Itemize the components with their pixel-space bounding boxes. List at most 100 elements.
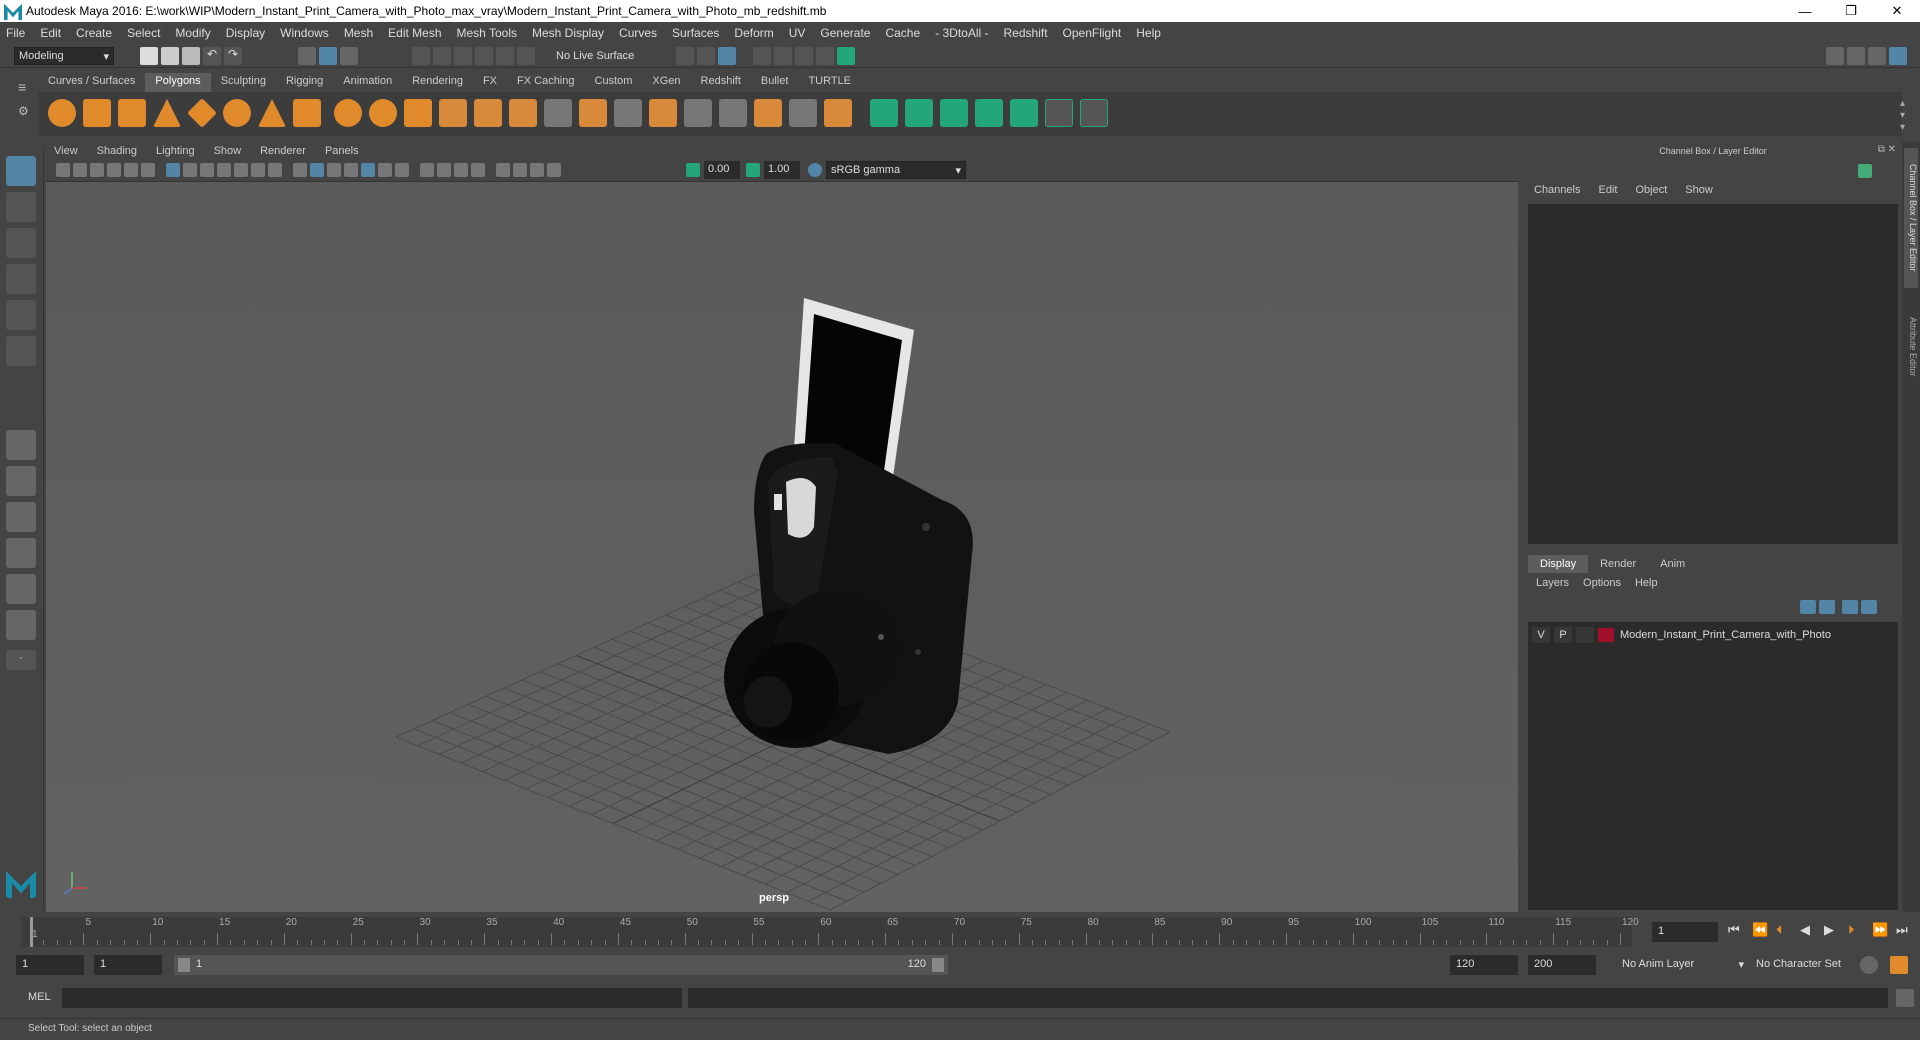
poly-cube-icon[interactable]: [83, 99, 111, 127]
layer-tab-anim[interactable]: Anim: [1648, 555, 1697, 573]
panel-float-close[interactable]: ⧉ ✕: [1878, 144, 1896, 155]
current-time-indicator[interactable]: [30, 917, 33, 947]
camera-attributes-icon[interactable]: [73, 163, 87, 177]
cb-object-menu[interactable]: Object: [1635, 184, 1667, 196]
menu-display[interactable]: Display: [226, 26, 265, 40]
select-by-hierarchy-icon[interactable]: [298, 47, 316, 65]
shelf-settings-icon[interactable]: ⚙: [18, 96, 36, 126]
separate-icon[interactable]: [369, 99, 397, 127]
shelf-tab-curves-surfaces[interactable]: Curves / Surfaces: [38, 73, 145, 92]
gamma-field[interactable]: 1.00: [764, 161, 800, 179]
shelf-menu-icon[interactable]: ≡: [18, 78, 36, 96]
offset-edge-loop-icon[interactable]: [719, 99, 747, 127]
wireframe-icon[interactable]: [293, 163, 307, 177]
layer-playback-toggle[interactable]: P: [1554, 627, 1572, 643]
attribute-editor-icon[interactable]: [1847, 47, 1865, 65]
shelf-tab-bullet[interactable]: Bullet: [751, 73, 799, 92]
grease-pencil-icon[interactable]: [141, 163, 155, 177]
scale-tool-icon[interactable]: [6, 336, 36, 366]
menu-windows[interactable]: Windows: [280, 26, 329, 40]
tool-settings-icon[interactable]: [1868, 47, 1886, 65]
output-ops-icon[interactable]: [697, 47, 715, 65]
layer-help-menu[interactable]: Help: [1635, 577, 1658, 589]
automatic-mapping-icon[interactable]: [975, 99, 1003, 127]
new-layer-selected-icon[interactable]: [1861, 600, 1877, 614]
menu-generate[interactable]: Generate: [820, 26, 870, 40]
bookmarks-icon[interactable]: [90, 163, 104, 177]
grid-toggle-icon[interactable]: [166, 163, 180, 177]
poly-cone-icon[interactable]: [153, 99, 181, 127]
viewport-menu-lighting[interactable]: Lighting: [156, 145, 195, 157]
wireframe-on-shaded-icon[interactable]: [344, 163, 358, 177]
outliner-layout-icon[interactable]: [6, 610, 36, 640]
menu-select[interactable]: Select: [127, 26, 160, 40]
hypershade-icon[interactable]: [837, 47, 855, 65]
image-plane-icon[interactable]: [107, 163, 121, 177]
character-set-dropdown[interactable]: No Character Set: [1752, 955, 1868, 973]
field-chart-icon[interactable]: [234, 163, 248, 177]
time-slider-track[interactable]: 1 5 10 15 20 25 30 35 40 45 50 55 60 65 70 75 80 85 90 95 10…: [22, 917, 1639, 947]
mode-dropdown[interactable]: Modeling ▾: [14, 47, 114, 65]
viewport-menu-show[interactable]: Show: [214, 145, 242, 157]
menu-redshift[interactable]: Redshift: [1004, 26, 1048, 40]
isolate-select-icon[interactable]: [496, 163, 510, 177]
custom-layout-icon[interactable]: ·: [6, 650, 36, 670]
step-back-icon[interactable]: ⏪: [1752, 922, 1776, 938]
select-tool-icon[interactable]: [6, 156, 36, 186]
poly-pyramid-icon[interactable]: [258, 99, 286, 127]
live-surface-field[interactable]: No Live Surface: [552, 47, 644, 65]
poly-torus-icon[interactable]: [223, 99, 251, 127]
menu-openflight[interactable]: OpenFlight: [1063, 26, 1122, 40]
snap-grid-icon[interactable]: [412, 47, 430, 65]
film-gate-icon[interactable]: [183, 163, 197, 177]
extrude-icon[interactable]: [509, 99, 537, 127]
script-editor-icon[interactable]: [1896, 989, 1914, 1007]
menu-curves[interactable]: Curves: [619, 26, 657, 40]
poly-cylinder-icon[interactable]: [118, 99, 146, 127]
xray-joints-icon[interactable]: [530, 163, 544, 177]
playback-end-field[interactable]: 120: [1450, 955, 1518, 975]
menu-edit-mesh[interactable]: Edit Mesh: [388, 26, 441, 40]
make-live-icon[interactable]: [496, 47, 514, 65]
go-to-end-icon[interactable]: ⏭: [1896, 922, 1920, 938]
render-view-icon[interactable]: [753, 47, 771, 65]
viewport-menu-shading[interactable]: Shading: [97, 145, 137, 157]
side-tab-attribute-editor[interactable]: Attribute Editor: [1904, 302, 1918, 392]
poly-pipe-icon[interactable]: [293, 99, 321, 127]
shelf-tab-rigging[interactable]: Rigging: [276, 73, 333, 92]
select-by-component-icon[interactable]: [340, 47, 358, 65]
menu-mesh[interactable]: Mesh: [344, 26, 373, 40]
gate-mask-icon[interactable]: [217, 163, 231, 177]
four-view-layout-icon[interactable]: [6, 466, 36, 496]
uv-editor-icon[interactable]: [1010, 99, 1038, 127]
command-input[interactable]: [62, 988, 682, 1008]
play-forwards-icon[interactable]: ▶: [1824, 922, 1848, 938]
magnet-icon[interactable]: [517, 47, 535, 65]
menu-file[interactable]: File: [6, 26, 25, 40]
target-weld-icon[interactable]: [789, 99, 817, 127]
step-forward-key-icon[interactable]: ⏵: [1848, 922, 1872, 938]
layer-name[interactable]: Modern_Instant_Print_Camera_with_Photo: [1620, 629, 1831, 641]
new-empty-layer-icon[interactable]: [1842, 600, 1858, 614]
side-tab-channel-box[interactable]: Channel Box / Layer Editor: [1904, 148, 1918, 288]
cb-show-menu[interactable]: Show: [1685, 184, 1713, 196]
menu-mesh-display[interactable]: Mesh Display: [532, 26, 604, 40]
menu-cache[interactable]: Cache: [885, 26, 920, 40]
shelf-tab-redshift[interactable]: Redshift: [691, 73, 751, 92]
shadows-icon[interactable]: [395, 163, 409, 177]
menu-edit[interactable]: Edit: [40, 26, 61, 40]
rotate-tool-icon[interactable]: [6, 300, 36, 330]
ipr-render-icon[interactable]: [795, 47, 813, 65]
menu-modify[interactable]: Modify: [175, 26, 210, 40]
playback-start-field[interactable]: 1: [94, 955, 162, 975]
poly-plane-icon[interactable]: [187, 98, 217, 128]
append-polygon-icon[interactable]: [649, 99, 677, 127]
uv-shell-icon[interactable]: [1080, 99, 1108, 127]
merge-icon[interactable]: [824, 99, 852, 127]
save-scene-icon[interactable]: [182, 47, 200, 65]
shelf-tab-custom[interactable]: Custom: [585, 73, 643, 92]
resolution-gate-icon[interactable]: [200, 163, 214, 177]
menu-create[interactable]: Create: [76, 26, 112, 40]
construction-history-icon[interactable]: [718, 47, 736, 65]
move-layer-up-icon[interactable]: [1800, 600, 1816, 614]
